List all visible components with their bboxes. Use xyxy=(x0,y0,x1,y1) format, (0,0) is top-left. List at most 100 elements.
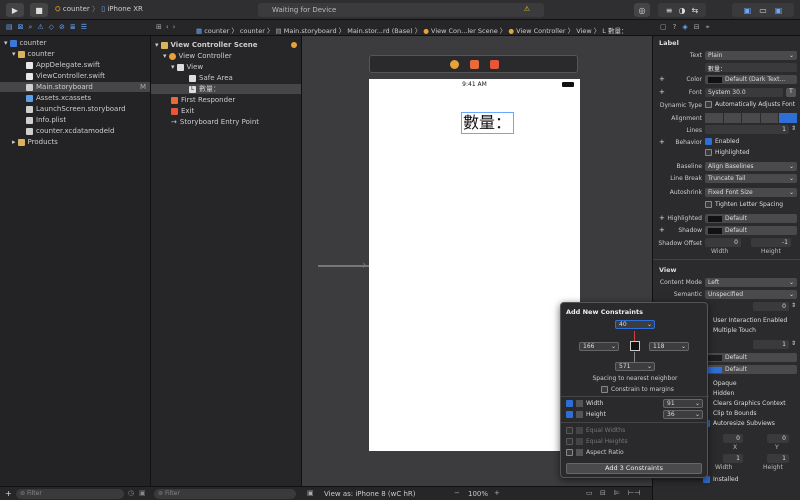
disclosure-icon[interactable]: ▾ xyxy=(4,39,8,47)
nav-item-file-selected[interactable]: Main.storyboard M xyxy=(0,82,150,92)
stretch-height-field[interactable]: 1 xyxy=(767,454,789,463)
align-right-icon[interactable] xyxy=(742,113,760,123)
tag-field[interactable]: 0 xyxy=(753,302,789,311)
align-justify-icon[interactable] xyxy=(760,113,779,123)
content-mode-popup[interactable]: Left ⌄ xyxy=(705,278,797,287)
right-spacing-field[interactable]: 118 ⌄ xyxy=(649,342,689,351)
outline-exit[interactable]: Exit xyxy=(171,106,194,116)
stepper-icon[interactable]: ⇕ xyxy=(791,125,796,132)
scm-filter-icon[interactable]: ▣ xyxy=(139,489,146,497)
nav-item-file[interactable]: LaunchScreen.storyboard xyxy=(26,104,126,114)
run-button[interactable]: ▶ xyxy=(6,3,24,17)
recent-files-icon[interactable]: ◷ xyxy=(128,489,134,497)
outline-first-responder[interactable]: First Responder xyxy=(171,95,235,105)
stop-button[interactable]: ■ xyxy=(30,3,48,17)
outline-filter-input[interactable]: ⊜ Filter xyxy=(154,489,296,499)
text-content-field[interactable]: 數量： xyxy=(705,63,797,72)
stretch-x-field[interactable]: 0 xyxy=(723,434,743,443)
nav-item-project[interactable]: ▾ counter xyxy=(4,38,46,48)
view-controller-dock-icon[interactable] xyxy=(450,60,459,69)
library-button[interactable]: ◎ xyxy=(634,3,650,17)
width-checkbox[interactable] xyxy=(566,400,573,407)
nav-item-group[interactable]: ▸ Products xyxy=(12,137,58,147)
zoom-out-icon[interactable]: − xyxy=(454,489,460,497)
add-variation-icon[interactable]: + xyxy=(659,214,665,222)
version-editor-icon[interactable]: ⇆ xyxy=(691,6,698,15)
enabled-checkbox[interactable] xyxy=(705,138,712,145)
nav-item-file[interactable]: Info.plist xyxy=(26,115,66,125)
highlighted-checkbox[interactable] xyxy=(705,149,712,156)
outline-view[interactable]: ▾ View xyxy=(171,62,203,72)
assistant-editor-icon[interactable]: ◑ xyxy=(679,6,686,15)
align-natural-icon[interactable] xyxy=(779,113,797,123)
counter-label[interactable]: 數量： xyxy=(461,112,514,134)
scheme-selector[interactable]: ⛭ counter 〉 ▯ iPhone XR xyxy=(55,4,143,14)
bottom-constraint-strut[interactable] xyxy=(634,352,635,362)
panel-toggle-group[interactable]: ▣ ▭ ▣ xyxy=(732,3,794,17)
equal-widths-checkbox[interactable] xyxy=(566,427,573,434)
zoom-in-icon[interactable]: + xyxy=(494,489,500,497)
stretch-y-field[interactable]: 0 xyxy=(767,434,789,443)
editor-mode-group[interactable]: ≡ ◑ ⇆ xyxy=(658,3,706,17)
outline-view-controller[interactable]: ▾ View Controller xyxy=(163,51,232,61)
inspector-tab-icons[interactable]: ▢?◈⊟⌖ xyxy=(660,23,716,32)
stepper-icon[interactable]: ⇕ xyxy=(791,302,796,309)
aspect-ratio-checkbox[interactable] xyxy=(566,449,573,456)
outline-entry-point[interactable]: → Storyboard Entry Point xyxy=(171,117,259,127)
stretch-width-field[interactable]: 1 xyxy=(723,454,743,463)
width-field[interactable]: 91 ⌄ xyxy=(663,399,703,408)
tint-color-popup[interactable]: Default xyxy=(705,365,797,374)
line-break-popup[interactable]: Truncate Tail ⌄ xyxy=(705,174,797,183)
disclosure-icon[interactable]: ▾ xyxy=(171,63,175,71)
warning-icon[interactable]: ⚠ xyxy=(524,5,530,13)
autoshrink-popup[interactable]: Fixed Font Size ⌄ xyxy=(705,188,797,197)
equal-heights-checkbox[interactable] xyxy=(566,438,573,445)
nav-item-file[interactable]: Assets.xcassets xyxy=(26,93,91,103)
nav-item-file[interactable]: AppDelegate.swift xyxy=(26,60,100,70)
constrain-margins-checkbox[interactable] xyxy=(601,386,608,393)
top-constraint-strut[interactable] xyxy=(634,331,635,341)
add-constraints-button[interactable]: Add 3 Constraints xyxy=(566,463,702,474)
navigator-filter-input[interactable]: ⊜ Filter xyxy=(16,489,124,499)
standard-editor-icon[interactable]: ≡ xyxy=(666,6,673,15)
height-field[interactable]: 36 ⌄ xyxy=(663,410,703,419)
shadow-width-field[interactable]: 0 xyxy=(705,238,741,247)
top-spacing-field[interactable]: 40 ⌄ xyxy=(615,320,655,329)
font-picker-icon[interactable]: T xyxy=(786,88,796,97)
add-variation-icon[interactable]: + xyxy=(659,75,665,83)
font-field[interactable]: System 30.0 xyxy=(705,88,783,97)
semantic-popup[interactable]: Unspecified ⌄ xyxy=(705,290,797,299)
device-config-button[interactable]: View as: iPhone 8 (wC hR) xyxy=(324,490,416,498)
add-icon[interactable]: + xyxy=(5,489,12,498)
nav-item-group[interactable]: ▾ counter xyxy=(12,49,54,59)
jump-bar-path[interactable]: ▦ counter 〉 counter 〉 ▤ Main.storyboard … xyxy=(196,25,628,35)
sidebar-toggle-icon[interactable]: ▣ xyxy=(307,489,314,497)
tighten-checkbox[interactable] xyxy=(705,201,712,208)
height-checkbox[interactable] xyxy=(566,411,573,418)
lines-field[interactable]: 1 xyxy=(705,125,789,134)
background-color-popup[interactable]: Default xyxy=(705,353,797,362)
color-popup[interactable]: Default (Dark Text... xyxy=(705,75,797,84)
iphone-view[interactable]: 9:41 AM 數量： xyxy=(369,79,580,451)
outline-label-selected[interactable]: L 數量： xyxy=(151,84,301,94)
add-variation-icon[interactable]: + xyxy=(659,88,665,96)
baseline-popup[interactable]: Align Baselines ⌄ xyxy=(705,162,797,171)
alpha-field[interactable]: 1 xyxy=(753,340,789,349)
inspector-toggle-icon[interactable]: ▣ xyxy=(775,6,783,15)
first-responder-dock-icon[interactable] xyxy=(470,60,479,69)
nav-item-file[interactable]: ViewController.swift xyxy=(26,71,105,81)
debug-toggle-icon[interactable]: ▭ xyxy=(759,6,767,15)
nav-item-file[interactable]: counter.xcdatamodeld xyxy=(26,126,114,136)
add-constraints-icon[interactable]: ⊢⊣ xyxy=(628,489,640,497)
align-left-icon[interactable] xyxy=(705,113,723,123)
disclosure-icon[interactable]: ▾ xyxy=(12,50,16,58)
alignment-segmented[interactable] xyxy=(705,113,797,123)
disclosure-icon[interactable]: ▾ xyxy=(155,41,159,49)
stepper-icon[interactable]: ⇕ xyxy=(791,340,796,347)
shadow-height-field[interactable]: -1 xyxy=(751,238,791,247)
shadow-color-popup[interactable]: Default xyxy=(705,226,797,235)
highlighted-color-popup[interactable]: Default xyxy=(705,214,797,223)
add-variation-icon[interactable]: + xyxy=(659,138,665,146)
left-spacing-field[interactable]: 166 ⌄ xyxy=(579,342,619,351)
text-type-popup[interactable]: Plain ⌄ xyxy=(705,51,797,60)
